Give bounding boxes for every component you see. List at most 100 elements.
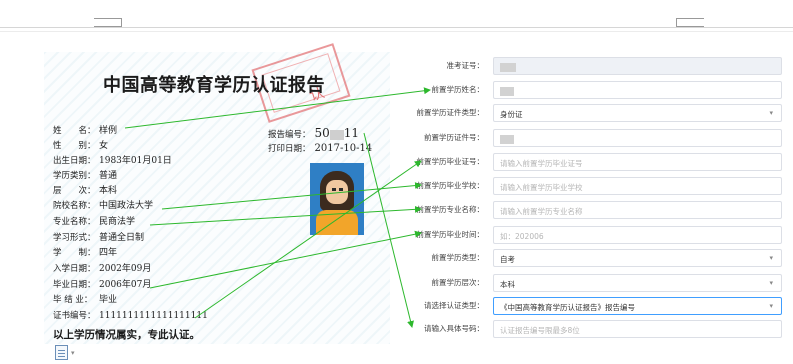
report-field: 出生日期： 1983年01月01日 [53,156,172,166]
chevron-down-icon: ▾ [769,279,773,287]
form-label: 前置学历专业名称： [416,205,485,214]
report-field: 学 制： 四年 [53,248,117,258]
select-value: 身份证 [500,110,523,119]
report-field-label: 姓 名： [53,126,96,136]
text-input[interactable]: 请输入前置学历毕业学校 [493,177,782,195]
report-field-value: 样例 [99,126,118,136]
report-field-value: 2002年09月 [99,264,152,274]
report-field-value: 女 [99,141,109,151]
chevron-down-icon: ▾ [769,254,773,262]
margin-mark-right [676,18,704,27]
form-label: 前置学历层次： [431,278,485,287]
report-field-label: 学 制： [53,248,96,258]
report-field-value: 毕业 [99,295,118,305]
input-placeholder: 如：202006 [500,232,544,241]
select-value: 自考 [500,255,515,264]
form-label: 准考证号： [446,61,485,70]
masked-value [500,62,516,72]
print-date-label: 打印日期： [268,144,311,154]
form-label: 请输入具体号码： [424,324,484,333]
report-field: 学历类别： 普通 [53,171,117,181]
report-footer: 以上学历情况属实，专此认证。 [53,329,200,341]
select-dropdown[interactable]: 自考 ▾ [493,249,782,267]
chevron-down-icon: ▾ [769,109,773,117]
form-label: 前置学历类型： [431,253,485,262]
exam-number-field[interactable] [493,57,782,75]
report-field-value: 普通全日制 [99,233,145,243]
form-label: 前置学历证件号： [424,133,484,142]
form-label: 前置学历毕业证号： [416,157,485,166]
report-field-value: 民商法学 [99,217,136,227]
form-row: 前置学历毕业学校： 请输入前置学历毕业学校 [388,177,788,195]
print-date: 打印日期： 2017-10-14 [268,142,372,154]
report-field-value: 1983年01月01日 [99,156,172,166]
chevron-down-icon[interactable]: ▾ [71,349,75,357]
photo-eye [339,188,343,191]
text-input[interactable] [493,129,782,147]
form-label: 前置学历证件类型： [416,108,485,117]
form-row: 请选择认证类型： 《中国高等教育学历认证报告》报告编号 ▾ [388,297,788,315]
report-field: 姓 名： 样例 [53,126,117,136]
form-row: 前置学历证件类型： 身份证 ▾ [388,104,788,122]
report-field-label: 学习形式： [53,233,96,243]
masked-digits [329,129,344,140]
report-field-value: 1111111111111111111 [99,311,208,321]
form-row: 前置学历类型： 自考 ▾ [388,249,788,267]
masked-value [500,134,514,144]
chevron-down-icon: ▾ [769,302,773,310]
photo-eye [332,188,336,191]
form-row: 准考证号： [388,57,788,75]
report-field: 入学日期： 2002年09月 [53,264,151,274]
form-row: 前置学历专业名称： 请输入前置学历专业名称 [388,201,788,219]
report-field-label: 证书编号： [53,311,96,321]
report-field-label: 专业名称： [53,217,96,227]
report-number-label: 报告编号： [268,130,311,140]
form-label: 前置学历姓名： [431,85,485,94]
form-row: 前置学历证件号： [388,129,788,147]
report-field: 学习形式： 普通全日制 [53,233,144,243]
report-number-prefix: 50 [314,126,330,140]
report-field: 证书编号： 1111111111111111111 [53,311,208,321]
report-field: 院校名称： 中国政法大学 [53,201,153,211]
masked-value [500,86,514,96]
report-field-label: 性 别： [53,141,96,151]
text-input[interactable]: 请输入前置学历毕业证号 [493,153,782,171]
form-row: 前置学历姓名： [388,81,788,99]
report-field: 性 别：女 [53,141,108,151]
form-row: 前置学历层次： 本科 ▾ [388,274,788,292]
report-field: 专业名称： 民商法学 [53,217,135,227]
text-input[interactable]: 认证报告编号限最多8位 [493,320,782,338]
form-row: 请输入具体号码： 认证报告编号限最多8位 [388,320,788,338]
report-field-label: 出生日期： [53,156,96,166]
report-field-label: 学历类别： [53,171,96,181]
text-input[interactable]: 如：202006 [493,226,782,244]
input-placeholder: 认证报告编号限最多8位 [500,326,580,335]
report-field: 毕业日期： 2006年07月 [53,280,151,290]
select-dropdown[interactable]: 本科 ▾ [493,274,782,292]
report-field-label: 毕业日期： [53,280,96,290]
select-value: 本科 [500,280,515,289]
report-field-label: 入学日期： [53,264,96,274]
form-row: 前置学历毕业证号： 请输入前置学历毕业证号 [388,153,788,171]
text-input[interactable]: 请输入前置学历专业名称 [493,201,782,219]
report-number: 报告编号： 50 11 [268,126,359,140]
form-label: 前置学历毕业学校： [416,181,485,190]
form-row: 前置学历毕业时间： 如：202006 [388,226,788,244]
input-placeholder: 请输入前置学历毕业证号 [500,159,583,168]
divider [0,31,793,32]
select-dropdown[interactable]: 身份证 ▾ [493,104,782,122]
report-title: 中国高等教育学历认证报告 [103,75,325,96]
report-field-value: 2006年07月 [99,280,152,290]
document-icon[interactable] [55,345,68,360]
text-input[interactable] [493,81,782,99]
report-field: 层 次： 本科 [53,186,117,196]
select-value: 《中国高等教育学历认证报告》报告编号 [500,303,635,312]
report-field: 毕 结 业： 毕业 [53,295,117,305]
report-field-label: 院校名称： [53,201,96,211]
margin-mark-left [94,18,122,27]
report-field-label: 毕 结 业： [53,295,93,305]
form-label: 请选择认证类型： [424,301,484,310]
divider [0,27,793,28]
select-dropdown[interactable]: 《中国高等教育学历认证报告》报告编号 ▾ [493,297,782,315]
photo-face [326,180,348,204]
